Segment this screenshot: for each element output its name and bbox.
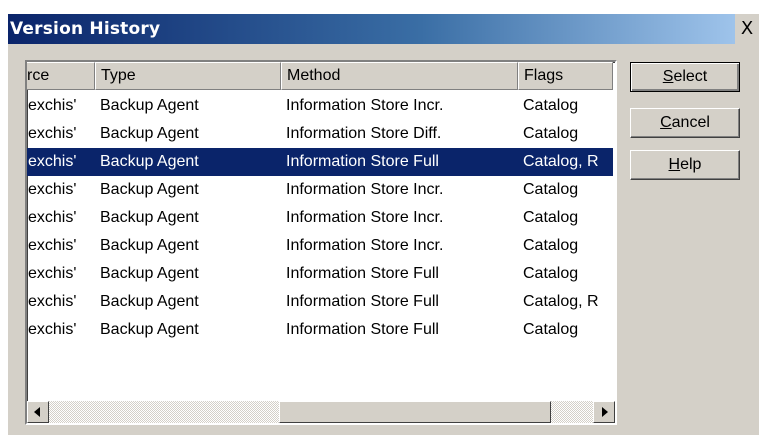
cell-flags: Catalog xyxy=(523,265,579,282)
cell-type: Backup Agent xyxy=(100,293,199,310)
cell-source: exchis' xyxy=(28,265,77,282)
cell-flags: Catalog xyxy=(523,181,579,198)
cell-flags: Catalog, R xyxy=(518,148,613,176)
cell-method: Information Store Incr. xyxy=(286,181,444,198)
table-row[interactable]: exchis' Backup Agent Information Store Ful… xyxy=(27,148,615,176)
scroll-left-button[interactable] xyxy=(27,401,49,423)
table-row[interactable]: exchis' Backup Agent Information Store Inc… xyxy=(27,204,615,232)
cell-method: Information Store Full xyxy=(281,148,518,176)
cell-source: exchis' xyxy=(27,148,95,176)
cell-flags: Catalog xyxy=(523,321,579,338)
cell-method: Information Store Incr. xyxy=(286,209,444,226)
cell-type: Backup Agent xyxy=(100,209,199,226)
help-button[interactable]: Help xyxy=(630,150,740,180)
outer-margin-top xyxy=(0,0,759,14)
cell-method: Information Store Full xyxy=(286,265,439,282)
cell-flags: Catalog xyxy=(523,209,579,226)
select-button[interactable]: Select xyxy=(630,62,740,92)
table-row[interactable]: exchis' Backup Agent Information Store Inc… xyxy=(27,92,615,120)
help-label: elp xyxy=(680,156,702,173)
select-label: elect xyxy=(673,68,708,85)
cell-type: Backup Agent xyxy=(100,97,199,114)
column-header-flags[interactable]: Flags xyxy=(518,62,613,90)
table-row[interactable]: exchis' Backup Agent Information Store Ful… xyxy=(27,316,615,344)
cancel-button[interactable]: Cancel xyxy=(630,108,740,138)
cell-source: exchis' xyxy=(28,321,77,338)
cancel-label: ancel xyxy=(671,114,710,131)
cell-flags: Catalog, R xyxy=(523,293,599,310)
table-row[interactable]: exchis' Backup Agent Information Store Ful… xyxy=(27,260,615,288)
table-row[interactable]: exchis' Backup Agent Information Store Dif… xyxy=(27,120,615,148)
cell-type: Backup Agent xyxy=(100,125,199,142)
scroll-right-button[interactable] xyxy=(593,401,615,423)
right-arrow-icon xyxy=(602,407,608,417)
list-header: rce Type Method Flags xyxy=(27,62,615,90)
cell-source: exchis' xyxy=(28,125,77,142)
select-mnemonic: S xyxy=(662,68,674,85)
table-row[interactable]: exchis' Backup Agent Information Store Inc… xyxy=(27,176,615,204)
outer-margin-left xyxy=(0,0,8,435)
cell-source: exchis' xyxy=(28,181,77,198)
column-header-method[interactable]: Method xyxy=(281,62,518,90)
cell-type: Backup Agent xyxy=(100,321,199,338)
scroll-thumb[interactable] xyxy=(279,401,551,423)
close-icon: X xyxy=(740,18,754,39)
cell-method: Information Store Diff. xyxy=(286,125,442,142)
table-row[interactable]: exchis' Backup Agent Information Store Ful… xyxy=(27,288,615,316)
cell-source: exchis' xyxy=(28,209,77,226)
cell-type: Backup Agent xyxy=(100,181,199,198)
cell-type: Backup Agent xyxy=(100,265,199,282)
help-mnemonic: H xyxy=(668,156,681,173)
horizontal-scrollbar[interactable] xyxy=(27,401,615,423)
cell-type: Backup Agent xyxy=(100,237,199,254)
close-button[interactable]: X xyxy=(735,14,759,44)
cell-method: Information Store Incr. xyxy=(286,237,444,254)
cell-flags: Catalog xyxy=(523,97,579,114)
cell-method: Information Store Incr. xyxy=(286,97,444,114)
title-bar[interactable]: Version History X xyxy=(8,14,759,44)
cell-type: Backup Agent xyxy=(95,148,281,176)
cell-flags: Catalog xyxy=(523,237,579,254)
version-history-dialog: Version History X rce Type Method Flags … xyxy=(0,0,759,435)
cell-flags: Catalog xyxy=(523,125,579,142)
dialog-title: Version History xyxy=(10,19,161,39)
cancel-mnemonic: C xyxy=(660,114,672,131)
cell-source: exchis' xyxy=(28,237,77,254)
cell-method: Information Store Full xyxy=(286,321,439,338)
column-header-source[interactable]: rce xyxy=(27,62,95,90)
column-header-type[interactable]: Type xyxy=(95,62,281,90)
cell-source: exchis' xyxy=(28,293,77,310)
cell-source: exchis' xyxy=(28,97,77,114)
version-list[interactable]: rce Type Method Flags exchis' Backup Agen… xyxy=(25,60,617,425)
table-row[interactable]: exchis' Backup Agent Information Store Inc… xyxy=(27,232,615,260)
cell-method: Information Store Full xyxy=(286,293,439,310)
left-arrow-icon xyxy=(34,407,40,417)
